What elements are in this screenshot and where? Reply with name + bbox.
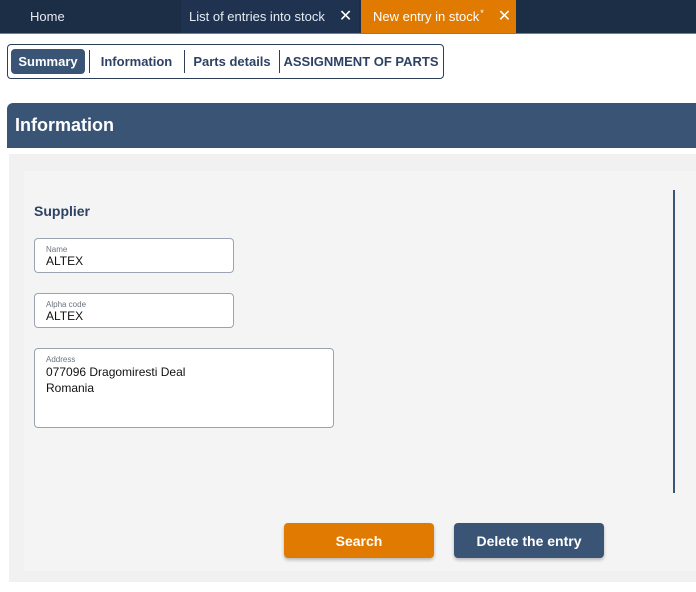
tab-list-entries-label: List of entries into stock: [189, 9, 325, 24]
tab-home[interactable]: Home: [0, 0, 180, 33]
tab-new-entry[interactable]: New entry in stock * ✕: [361, 0, 516, 33]
supplier-heading: Supplier: [34, 203, 91, 219]
address-line: Romania: [46, 381, 95, 395]
alpha-code-value: ALTEX: [46, 309, 84, 323]
subtab-assignment-of-parts[interactable]: ASSIGNMENT OF PARTS: [281, 49, 441, 74]
address-field[interactable]: Address 077096 Dragomiresti Deal Romania: [34, 348, 334, 428]
supplier-name-field[interactable]: Name ALTEX: [34, 238, 234, 273]
divider: [184, 50, 185, 73]
divider: [279, 50, 280, 73]
subtab-parts-details[interactable]: Parts details: [186, 49, 278, 74]
tab-new-entry-label: New entry in stock: [373, 9, 480, 24]
close-icon[interactable]: ✕: [339, 8, 352, 25]
tab-list-entries[interactable]: List of entries into stock ✕: [181, 0, 359, 33]
top-tab-underline: [0, 33, 696, 34]
sub-tab-bar: Summary Information Parts details ASSIGN…: [7, 44, 444, 79]
search-button[interactable]: Search: [284, 523, 434, 558]
divider: [89, 50, 90, 73]
section-title: Information: [15, 115, 114, 135]
name-field-label: Name: [46, 245, 68, 254]
subtab-summary[interactable]: Summary: [11, 49, 85, 74]
unsaved-marker: *: [480, 7, 484, 18]
address-value: 077096 Dragomiresti Deal Romania: [46, 364, 185, 396]
scroll-divider: [673, 190, 675, 493]
delete-entry-button[interactable]: Delete the entry: [454, 523, 604, 558]
name-field-value: ALTEX: [46, 254, 84, 268]
close-icon[interactable]: ✕: [498, 8, 511, 25]
alpha-code-label: Alpha code: [46, 300, 87, 309]
section-header: Information: [7, 103, 696, 148]
tab-home-label: Home: [30, 9, 65, 24]
address-label: Address: [46, 355, 76, 364]
address-line: 077096 Dragomiresti Deal: [46, 365, 186, 379]
subtab-information[interactable]: Information: [91, 49, 182, 74]
alpha-code-field[interactable]: Alpha code ALTEX: [34, 293, 234, 328]
